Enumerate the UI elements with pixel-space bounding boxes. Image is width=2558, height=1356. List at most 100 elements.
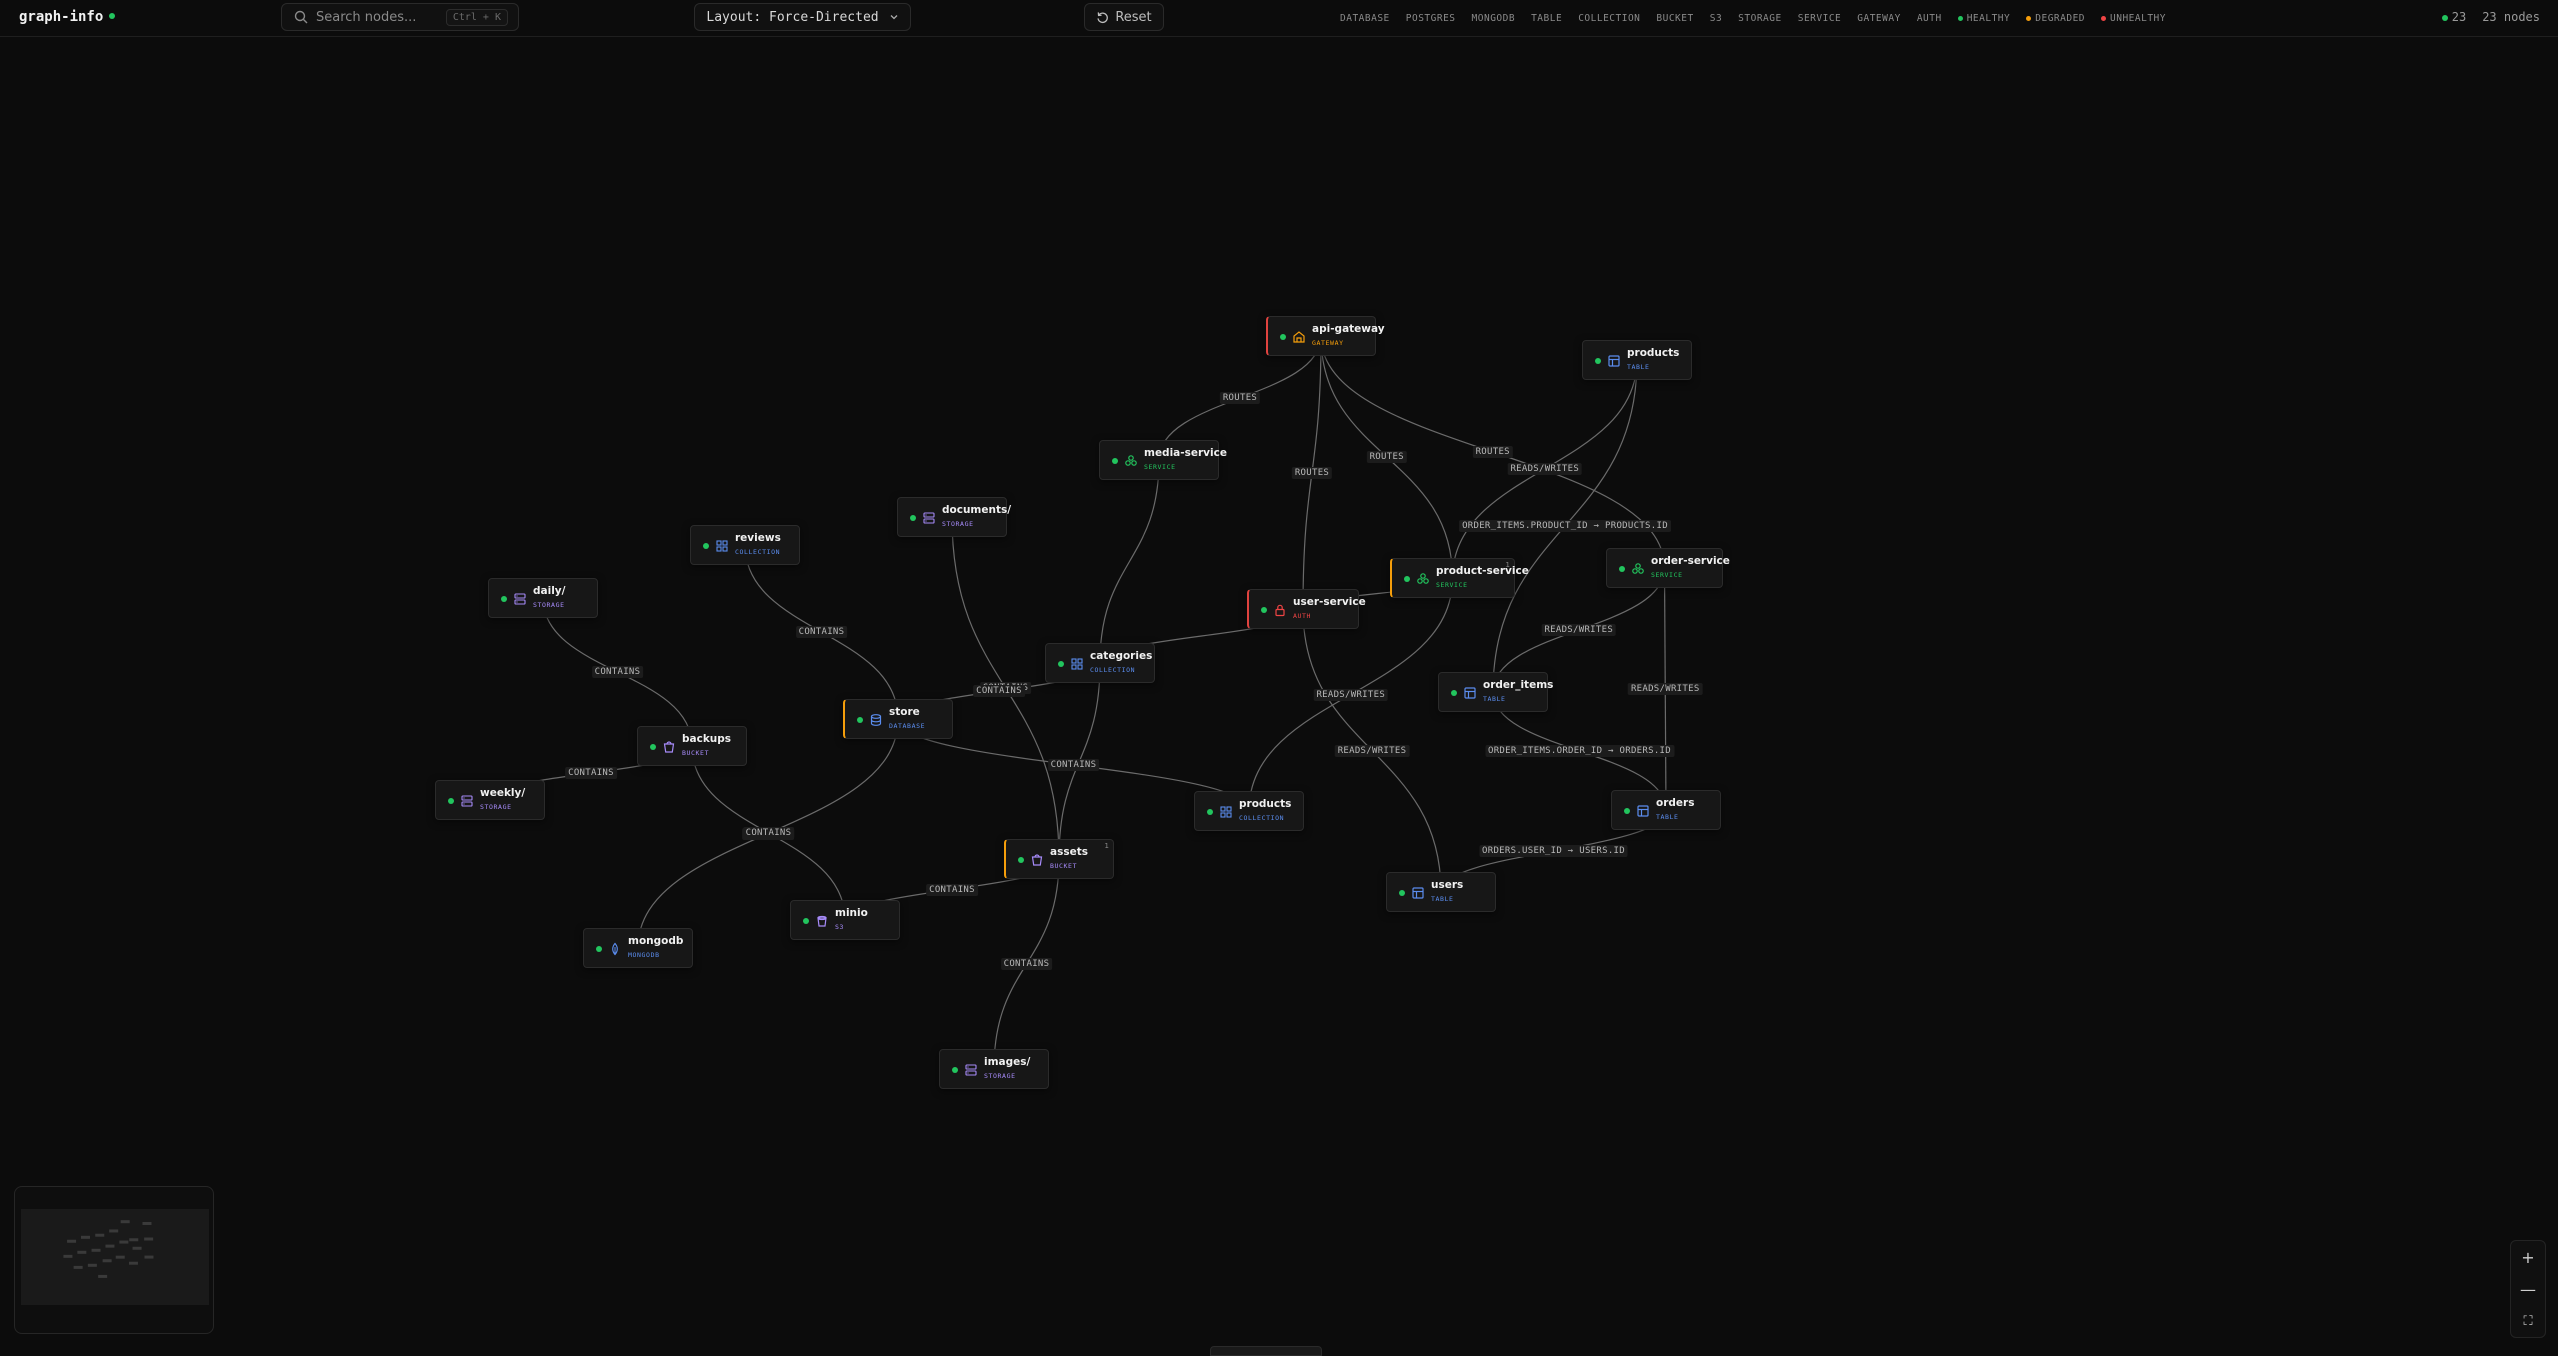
- node-type: STORAGE: [984, 1072, 1016, 1080]
- node-badge: 1: [1505, 561, 1510, 569]
- node-type: DATABASE: [889, 722, 926, 730]
- filter-mongodb[interactable]: MONGODB: [1472, 13, 1516, 24]
- node-label: reviews: [735, 532, 781, 544]
- zoom-in-button[interactable]: +: [2511, 1241, 2545, 1273]
- minimap-viewport[interactable]: [21, 1209, 209, 1305]
- minimap-node: [105, 1244, 115, 1248]
- minimap-node: [129, 1238, 139, 1242]
- filter-status-dot: [2101, 15, 2107, 21]
- search-icon: [294, 10, 308, 24]
- minimap-node: [144, 1237, 154, 1241]
- node-user-service[interactable]: user-service AUTH: [1247, 589, 1366, 629]
- edge-label: CONTAINS: [1000, 958, 1053, 970]
- node-label: categories: [1090, 650, 1153, 662]
- edge-label: ROUTES: [1219, 392, 1261, 404]
- edge-label: CONTAINS: [795, 626, 848, 638]
- filter-storage[interactable]: STORAGE: [1738, 13, 1782, 24]
- filter-healthy[interactable]: HEALTHY: [1957, 12, 2011, 24]
- filter-unhealthy[interactable]: UNHEALTHY: [2101, 13, 2166, 24]
- node-users[interactable]: users TABLE: [1386, 872, 1496, 912]
- node-weekly[interactable]: weekly/STORAGE: [435, 780, 545, 820]
- edge-label: ORDER_ITEMS.ORDER_ID → ORDERS.ID: [1485, 745, 1674, 757]
- node-order-service[interactable]: order-service SERVICE: [1606, 548, 1730, 588]
- filter-bucket[interactable]: BUCKET: [1656, 13, 1693, 24]
- node-orders[interactable]: orders TABLE: [1611, 790, 1721, 830]
- minimap-node: [109, 1229, 119, 1233]
- filter-auth[interactable]: AUTH: [1917, 13, 1942, 24]
- minimap-node: [95, 1233, 105, 1237]
- node-minio[interactable]: minio S3: [790, 900, 900, 940]
- node-categories[interactable]: categories COLLECTION: [1045, 643, 1155, 683]
- node-type: COLLECTION: [1090, 666, 1136, 674]
- filter-s3[interactable]: S3: [1710, 13, 1722, 24]
- node-count: 23 nodes: [2482, 10, 2540, 24]
- node-products-table[interactable]: products TABLE: [1582, 340, 1692, 380]
- app-title: graph-info: [19, 9, 116, 25]
- edge-label: CONTAINS: [1047, 759, 1100, 771]
- zoom-out-button[interactable]: —: [2511, 1273, 2545, 1305]
- node-media-service[interactable]: media-service SERVICE: [1099, 440, 1227, 480]
- node-product-service[interactable]: product-service SERVICE 1: [1390, 558, 1529, 598]
- filter-status-dot: [2026, 15, 2032, 21]
- filter-table[interactable]: TABLE: [1531, 13, 1562, 24]
- node-api-gateway[interactable]: api-gateway GATEWAY: [1266, 316, 1385, 356]
- fit-view-button[interactable]: ⛶: [2511, 1305, 2545, 1337]
- node-label: order_items: [1483, 679, 1554, 691]
- node-mongodb[interactable]: mongodb MONGODB: [583, 928, 693, 968]
- node-images[interactable]: images/STORAGE: [939, 1049, 1049, 1089]
- node-reviews[interactable]: reviews COLLECTION: [690, 525, 800, 565]
- edge-media-service-categories[interactable]: [1099, 459, 1160, 664]
- minimap-node: [87, 1263, 97, 1267]
- top-bar: graph-info Search nodes... Ctrl + K Layo…: [0, 0, 2558, 37]
- app-title-text: graph-info: [19, 9, 104, 25]
- table-icon: [1608, 355, 1620, 367]
- node-type: GATEWAY: [1312, 339, 1344, 347]
- minimap-node: [132, 1246, 142, 1250]
- edge-label: ROUTES: [1291, 466, 1333, 479]
- filter-service[interactable]: SERVICE: [1798, 13, 1842, 24]
- node-daily[interactable]: daily/STORAGE: [488, 578, 598, 618]
- health-dot: [952, 1067, 958, 1073]
- filter-gateway[interactable]: GATEWAY: [1857, 13, 1901, 24]
- bottom-panel-handle[interactable]: [1210, 1346, 1322, 1356]
- minimap[interactable]: [14, 1186, 214, 1334]
- bucket-icon: [1031, 854, 1043, 866]
- minimap-node: [73, 1265, 83, 1269]
- layout-select[interactable]: Layout: Force-Directed: [694, 3, 911, 31]
- node-label: media-service: [1144, 447, 1227, 459]
- node-label: daily/: [533, 585, 566, 597]
- filter-database[interactable]: DATABASE: [1340, 13, 1390, 24]
- filter-label: HEALTHY: [1966, 12, 2011, 24]
- minimap-node: [98, 1274, 108, 1278]
- service-icon: [1417, 573, 1429, 584]
- health-dot: [1451, 690, 1457, 696]
- minimap-node: [63, 1254, 73, 1258]
- node-label: order-service: [1651, 555, 1730, 567]
- filter-postgres[interactable]: POSTGRES: [1406, 13, 1456, 24]
- minimap-node: [144, 1255, 154, 1259]
- node-documents[interactable]: documents/STORAGE: [897, 497, 1011, 537]
- folder-icon: [514, 593, 526, 605]
- node-products-coll[interactable]: products COLLECTION: [1194, 791, 1304, 831]
- node-assets[interactable]: assets BUCKET 1: [1004, 839, 1114, 879]
- health-dot: [1018, 857, 1024, 863]
- filter-label: TABLE: [1531, 12, 1563, 24]
- node-store[interactable]: store DATABASE: [843, 699, 953, 739]
- minimap-node: [102, 1259, 112, 1263]
- node-label: weekly/: [480, 787, 526, 799]
- health-dot: [910, 515, 916, 521]
- minimap-nodes: [63, 1220, 154, 1278]
- healthy-count: 23: [2441, 10, 2466, 24]
- node-type: TABLE: [1431, 895, 1454, 903]
- search-input[interactable]: Search nodes... Ctrl + K: [281, 3, 519, 31]
- filter-label: POSTGRES: [1405, 12, 1456, 24]
- filter-degraded[interactable]: DEGRADED: [2026, 13, 2085, 24]
- filter-collection[interactable]: COLLECTION: [1578, 13, 1640, 24]
- health-dot: [857, 717, 863, 723]
- node-order-items[interactable]: order_items TABLE: [1438, 672, 1553, 712]
- minimap-node: [67, 1239, 77, 1243]
- node-type: MONGODB: [628, 951, 660, 959]
- collection-icon: [1220, 806, 1232, 818]
- node-backups[interactable]: backups BUCKET: [637, 726, 747, 766]
- reset-button[interactable]: Reset: [1084, 3, 1164, 31]
